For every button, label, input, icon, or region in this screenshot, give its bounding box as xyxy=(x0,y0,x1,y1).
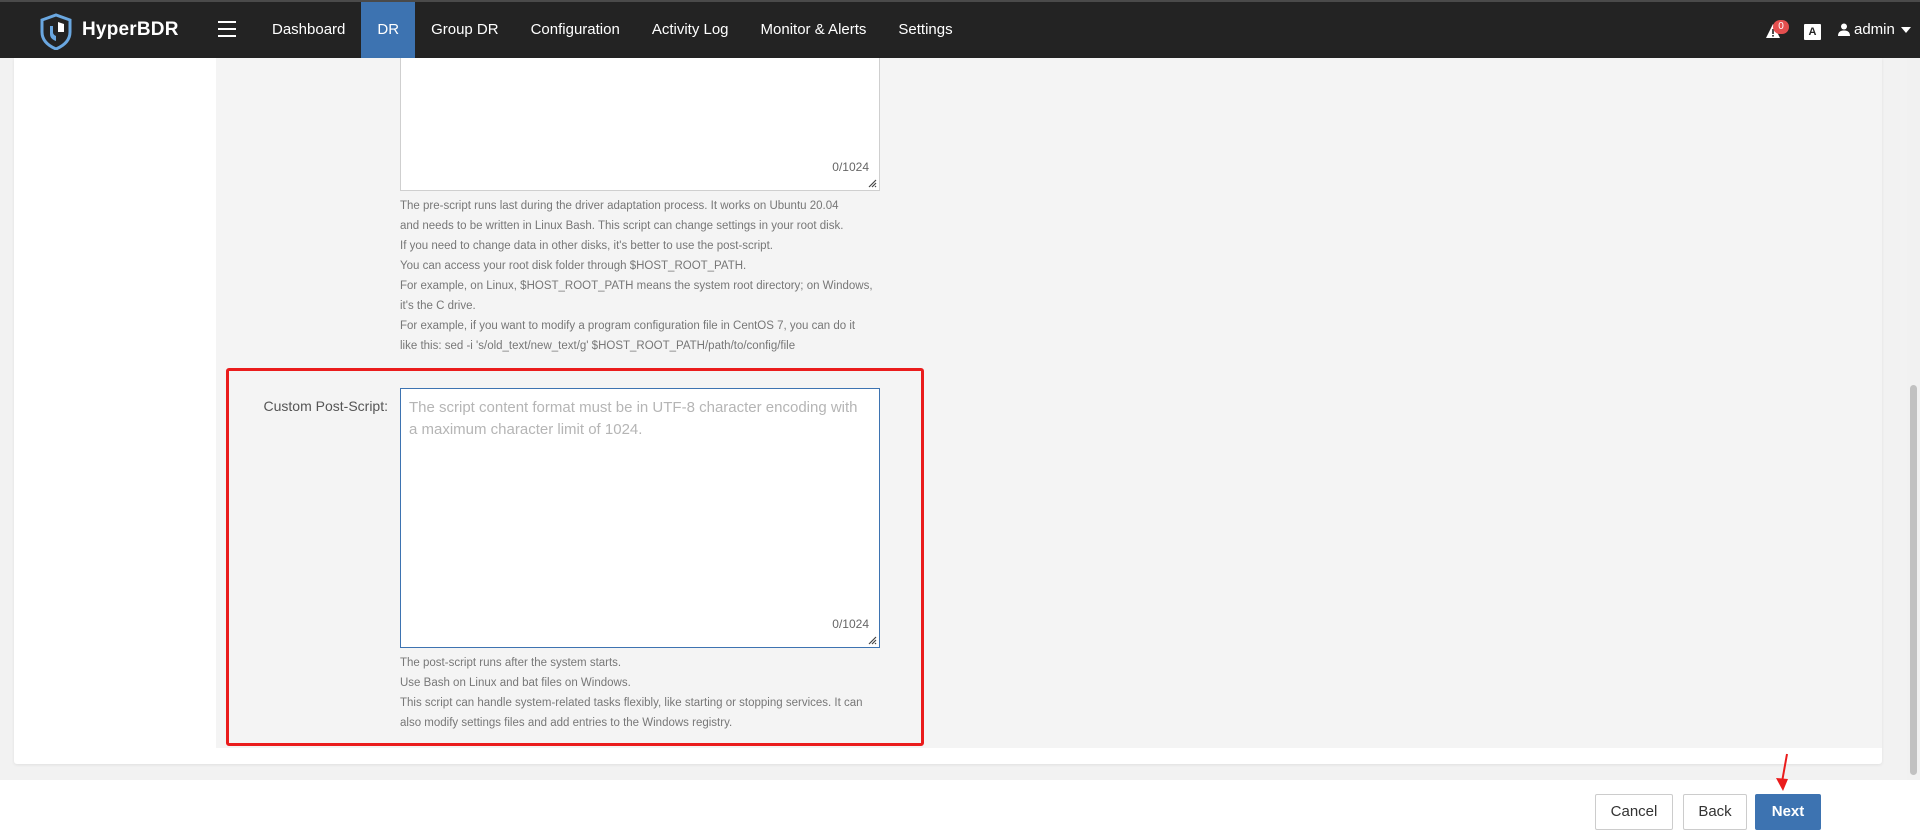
user-icon xyxy=(1838,23,1850,36)
nav-dr[interactable]: DR xyxy=(361,2,416,58)
font-size-icon-text: A xyxy=(1808,26,1817,38)
username: admin xyxy=(1854,21,1895,38)
help-line: You can access your root disk folder thr… xyxy=(400,260,747,272)
pre-script-help: The pre-script runs last during the driv… xyxy=(400,196,873,356)
nav-settings[interactable]: Settings xyxy=(882,2,968,58)
cancel-button[interactable]: Cancel xyxy=(1595,794,1673,830)
nav-configuration[interactable]: Configuration xyxy=(515,2,636,58)
nav-monitor-alerts[interactable]: Monitor & Alerts xyxy=(745,2,883,58)
help-line: like this: sed -i 's/old_text/new_text/g… xyxy=(400,340,796,352)
help-line: If you need to change data in other disk… xyxy=(400,240,773,252)
nav-group-dr[interactable]: Group DR xyxy=(415,2,515,58)
help-line: and needs to be written in Linux Bash. T… xyxy=(400,220,844,232)
top-navbar: HyperBDR Dashboard DR Group DR Configura… xyxy=(0,0,1920,58)
user-menu[interactable]: admin xyxy=(1838,21,1915,38)
help-line: it's the C drive. xyxy=(400,300,476,312)
font-size-icon[interactable]: A xyxy=(1804,24,1821,40)
alert-count-badge: 0 xyxy=(1773,20,1789,34)
nav-dashboard[interactable]: Dashboard xyxy=(256,2,361,58)
help-line: For example, if you want to modify a pro… xyxy=(400,320,856,332)
help-line: The pre-script runs last during the driv… xyxy=(400,200,839,212)
menu-toggle-icon[interactable] xyxy=(218,21,236,37)
pointer-arrow-icon xyxy=(1776,753,1788,791)
hyperbdr-logo-icon xyxy=(40,13,72,50)
pre-script-textarea[interactable]: 0/1024 xyxy=(400,58,880,191)
resize-handle-icon[interactable] xyxy=(868,179,877,188)
scrollbar-thumb[interactable] xyxy=(1910,385,1917,775)
main-nav: Dashboard DR Group DR Configuration Acti… xyxy=(256,2,969,58)
help-line: For example, on Linux, $HOST_ROOT_PATH m… xyxy=(400,280,873,292)
highlight-box xyxy=(226,368,924,746)
back-button[interactable]: Back xyxy=(1683,794,1747,830)
nav-activity-log[interactable]: Activity Log xyxy=(636,2,745,58)
chevron-down-icon xyxy=(1900,26,1911,33)
pre-script-char-counter: 0/1024 xyxy=(832,160,869,174)
next-button[interactable]: Next xyxy=(1755,794,1821,830)
brand-name: HyperBDR xyxy=(82,19,179,40)
